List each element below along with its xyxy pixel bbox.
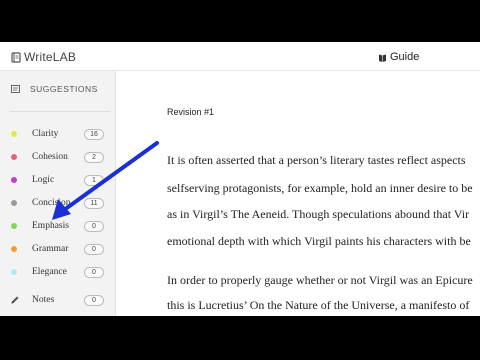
document-line[interactable]: emotional depth with which Virgil paints… [167,234,471,249]
suggestions-header[interactable]: SUGGESTIONS [0,71,116,107]
logo-write-text: Write [24,50,53,64]
notes-label: Notes [32,295,55,305]
sidebar-item-logic[interactable]: Logic 1 [0,170,116,190]
logic-dot-icon [11,177,17,183]
document-line[interactable]: In order to properly gauge whether or no… [167,273,473,288]
elegance-dot-icon [11,269,17,275]
sidebar-item-cohesion[interactable]: Cohesion 2 [0,147,116,167]
sidebar-item-label: Logic [32,175,55,185]
sidebar-divider [10,111,110,112]
writelab-app: Write LAB Guide SUGGESTIONS Clarity 16 C… [0,42,480,316]
concision-dot-icon [11,200,17,206]
pencil-icon [11,296,19,304]
clarity-dot-icon [11,131,17,137]
sidebar-item-label: Grammar [32,244,69,254]
count-badge: 1 [84,174,104,186]
document-line[interactable]: as in Virgil’s The Aeneid. Though specul… [167,207,469,222]
count-badge: 0 [84,243,104,255]
document-line[interactable]: selfserving protagonists, for example, h… [167,181,473,196]
sidebar-item-concision[interactable]: Concision 11 [0,193,116,213]
cohesion-dot-icon [11,154,17,160]
sidebar-item-clarity[interactable]: Clarity 16 [0,124,116,144]
suggestions-sidebar: SUGGESTIONS Clarity 16 Cohesion 2 Logic … [0,71,116,316]
sidebar-item-notes[interactable]: Notes 0 [0,290,116,310]
notebook-icon [11,51,21,63]
sidebar-item-label: Concision [32,198,71,208]
count-badge: 0 [84,294,104,306]
logo-lab-text: LAB [52,50,77,64]
count-badge: 0 [84,220,104,232]
top-bar: Write LAB Guide [0,42,480,71]
count-badge: 16 [84,128,104,140]
document-line[interactable]: this is Lucretius’ On the Nature of the … [167,298,469,313]
sidebar-item-grammar[interactable]: Grammar 0 [0,239,116,259]
book-icon [379,54,386,62]
sidebar-item-label: Clarity [32,129,59,139]
count-badge: 0 [84,266,104,278]
letterbox-top [0,0,480,42]
count-badge: 2 [84,151,104,163]
revision-label: Revision #1 [167,107,215,117]
emphasis-dot-icon [11,223,17,229]
sidebar-item-elegance[interactable]: Elegance 0 [0,262,116,282]
sidebar-item-label: Cohesion [32,152,68,162]
suggestions-label: SUGGESTIONS [30,84,98,94]
document-line[interactable]: It is often asserted that a person’s lit… [167,153,466,168]
sidebar-item-label: Elegance [32,267,67,277]
suggestions-icon [11,85,20,93]
document-editor[interactable]: Revision #1 It is often asserted that a … [117,71,480,316]
writelab-logo[interactable]: Write LAB [11,49,76,65]
count-badge: 11 [84,197,104,209]
grammar-dot-icon [11,246,17,252]
letterbox-bottom [0,316,480,360]
sidebar-item-label: Emphasis [32,221,69,231]
guide-label: Guide [390,51,420,63]
guide-button[interactable]: Guide [378,49,419,65]
sidebar-item-emphasis[interactable]: Emphasis 0 [0,216,116,236]
